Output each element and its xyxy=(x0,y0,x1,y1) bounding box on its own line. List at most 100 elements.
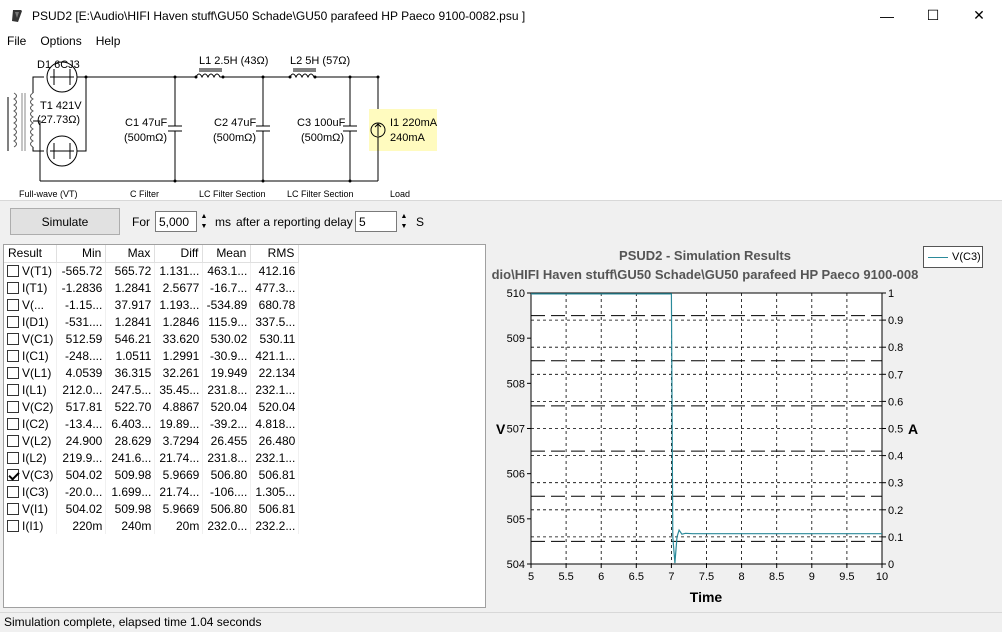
cell-min: -248.... xyxy=(56,347,107,364)
duration-spinner[interactable]: ▲ ▼ xyxy=(197,211,211,232)
close-button[interactable]: ✕ xyxy=(956,0,1002,31)
c2-label[interactable]: C2 47uF xyxy=(214,117,256,129)
table-row[interactable]: V(... -1.15... 37.917 1.193... -534.89 680.78 xyxy=(4,296,300,313)
l1-label[interactable]: L1 2.5H (43Ω) xyxy=(199,55,268,67)
result-name-cell: V(C2) xyxy=(4,398,58,415)
cell-diff: 1.2991 xyxy=(154,347,204,364)
d1-label[interactable]: D1 6CJ3 xyxy=(37,59,80,71)
result-checkbox[interactable] xyxy=(7,451,19,464)
x-tick-label: 10 xyxy=(876,571,888,583)
cell-max: 1.699... xyxy=(105,483,156,500)
section-load: Load xyxy=(390,189,411,199)
cell-max: 247.5... xyxy=(105,381,156,398)
menu-help[interactable]: Help xyxy=(89,31,128,51)
table-row[interactable]: I(C1) -248.... 1.0511 1.2991 -30.9... 421.1..… xyxy=(4,347,300,364)
table-row[interactable]: V(T1) -565.72 565.72 1.131... 463.1... 412.16 xyxy=(4,262,300,279)
result-checkbox[interactable] xyxy=(7,519,19,532)
cell-max: 6.403... xyxy=(105,415,156,432)
x-tick-label: 6 xyxy=(598,571,604,583)
maximize-button[interactable]: ☐ xyxy=(910,0,956,31)
t1-label[interactable]: T1 421V xyxy=(40,100,82,112)
result-checkbox[interactable] xyxy=(7,264,19,277)
cell-mean: 19.949 xyxy=(202,364,252,381)
cell-rms: 22.134 xyxy=(250,364,300,381)
duration-up-icon[interactable]: ▲ xyxy=(197,211,211,222)
cell-diff: 20m xyxy=(154,517,204,534)
result-name: I(T1) xyxy=(22,280,48,295)
menu-file[interactable]: File xyxy=(0,31,33,51)
minimize-button[interactable]: — xyxy=(864,0,910,31)
cell-diff: 3.7294 xyxy=(154,432,204,449)
table-row[interactable]: V(I1) 504.02 509.98 5.9669 506.80 506.81 xyxy=(4,500,300,517)
result-checkbox[interactable] xyxy=(7,281,19,294)
cell-mean: -39.2... xyxy=(202,415,252,432)
col-diff[interactable]: Diff xyxy=(154,245,204,263)
result-checkbox[interactable] xyxy=(7,383,19,396)
table-row[interactable]: I(L1) 212.0... 247.5... 35.45... 231.8... 232… xyxy=(4,381,300,398)
result-checkbox[interactable] xyxy=(7,315,19,328)
table-row[interactable]: V(C2) 517.81 522.70 4.8867 520.04 520.04 xyxy=(4,398,300,415)
results-table-panel[interactable]: Result Min Max Diff Mean RMS V(T1) -565.7… xyxy=(3,244,486,608)
menu-options[interactable]: Options xyxy=(33,31,88,51)
cell-diff: 33.620 xyxy=(154,330,204,347)
result-checkbox[interactable] xyxy=(7,400,19,413)
l2-label[interactable]: L2 5H (57Ω) xyxy=(290,55,350,67)
table-row[interactable]: V(L1) 4.0539 36.315 32.261 19.949 22.134 xyxy=(4,364,300,381)
result-checkbox[interactable] xyxy=(7,332,19,345)
result-checkbox[interactable] xyxy=(7,349,19,362)
result-checkbox[interactable] xyxy=(7,366,19,379)
cell-max: 509.98 xyxy=(105,466,156,483)
table-row[interactable]: I(C3) -20.0... 1.699... 21.74... -106.... 1.3… xyxy=(4,483,300,500)
result-name-cell: V(L2) xyxy=(4,432,58,449)
table-row[interactable]: I(D1) -531.... 1.2841 1.2846 115.9... 337.5..… xyxy=(4,313,300,330)
chart-subtitle: dio\HIFI Haven stuff\GU50 Schade\GU50 pa… xyxy=(492,267,919,282)
table-row[interactable]: V(C3) 504.02 509.98 5.9669 506.80 506.81 xyxy=(4,466,300,483)
i1-label[interactable]: I1 220mA xyxy=(390,117,437,129)
result-checkbox[interactable] xyxy=(7,485,19,498)
status-bar: Simulation complete, elapsed time 1.04 s… xyxy=(0,612,1002,632)
col-rms[interactable]: RMS xyxy=(250,245,300,263)
delay-input[interactable] xyxy=(355,211,397,232)
table-row[interactable]: V(C1) 512.59 546.21 33.620 530.02 530.11 xyxy=(4,330,300,347)
table-row[interactable]: I(L2) 219.9... 241.6... 21.74... 231.8... 232… xyxy=(4,449,300,466)
delay-down-icon[interactable]: ▼ xyxy=(397,222,411,233)
results-table: Result Min Max Diff Mean RMS V(T1) -565.7… xyxy=(4,245,300,534)
y-tick-label: 504 xyxy=(507,559,525,571)
cell-mean: -16.7... xyxy=(202,279,252,296)
y-axis-label: V xyxy=(496,421,506,437)
c3-label[interactable]: C3 100uF xyxy=(297,117,345,129)
col-max[interactable]: Max xyxy=(105,245,156,263)
cell-rms: 337.5... xyxy=(250,313,300,330)
delay-spinner[interactable]: ▲ ▼ xyxy=(397,211,411,232)
cell-mean: 231.8... xyxy=(202,449,252,466)
table-row[interactable]: V(L2) 24.900 28.629 3.7294 26.455 26.480 xyxy=(4,432,300,449)
result-name-cell: V(T1) xyxy=(4,262,58,279)
cell-min: 504.02 xyxy=(56,466,107,483)
cell-rms: 26.480 xyxy=(250,432,300,449)
cell-min: 220m xyxy=(56,517,107,534)
table-row[interactable]: I(I1) 220m 240m 20m 232.0... 232.2... xyxy=(4,517,300,534)
y-tick-label: 510 xyxy=(507,288,525,300)
result-checkbox[interactable] xyxy=(7,434,19,447)
result-checkbox[interactable] xyxy=(7,417,19,430)
cell-max: 565.72 xyxy=(105,262,156,279)
duration-down-icon[interactable]: ▼ xyxy=(197,222,211,233)
circuit-schematic[interactable]: D1 6CJ3 T1 421V (27.73Ω) L1 2.5H (43Ω) L… xyxy=(0,51,1002,201)
result-checkbox[interactable] xyxy=(7,468,19,481)
cell-max: 241.6... xyxy=(105,449,156,466)
col-min[interactable]: Min xyxy=(56,245,107,263)
col-result[interactable]: Result xyxy=(4,245,58,263)
result-checkbox[interactable] xyxy=(7,298,19,311)
cell-max: 240m xyxy=(105,517,156,534)
table-row[interactable]: I(C2) -13.4... 6.403... 19.89... -39.2... 4.8… xyxy=(4,415,300,432)
section-lc-filter-1: LC Filter Section xyxy=(199,189,266,199)
y2-tick-label: 0.2 xyxy=(888,505,903,517)
result-checkbox[interactable] xyxy=(7,502,19,515)
cell-diff: 21.74... xyxy=(154,449,204,466)
simulate-button[interactable]: Simulate xyxy=(10,208,120,235)
col-mean[interactable]: Mean xyxy=(202,245,252,263)
duration-input[interactable] xyxy=(155,211,197,232)
table-row[interactable]: I(T1) -1.2836 1.2841 2.5677 -16.7... 477.3... xyxy=(4,279,300,296)
c1-label[interactable]: C1 47uF xyxy=(125,117,167,129)
delay-up-icon[interactable]: ▲ xyxy=(397,211,411,222)
